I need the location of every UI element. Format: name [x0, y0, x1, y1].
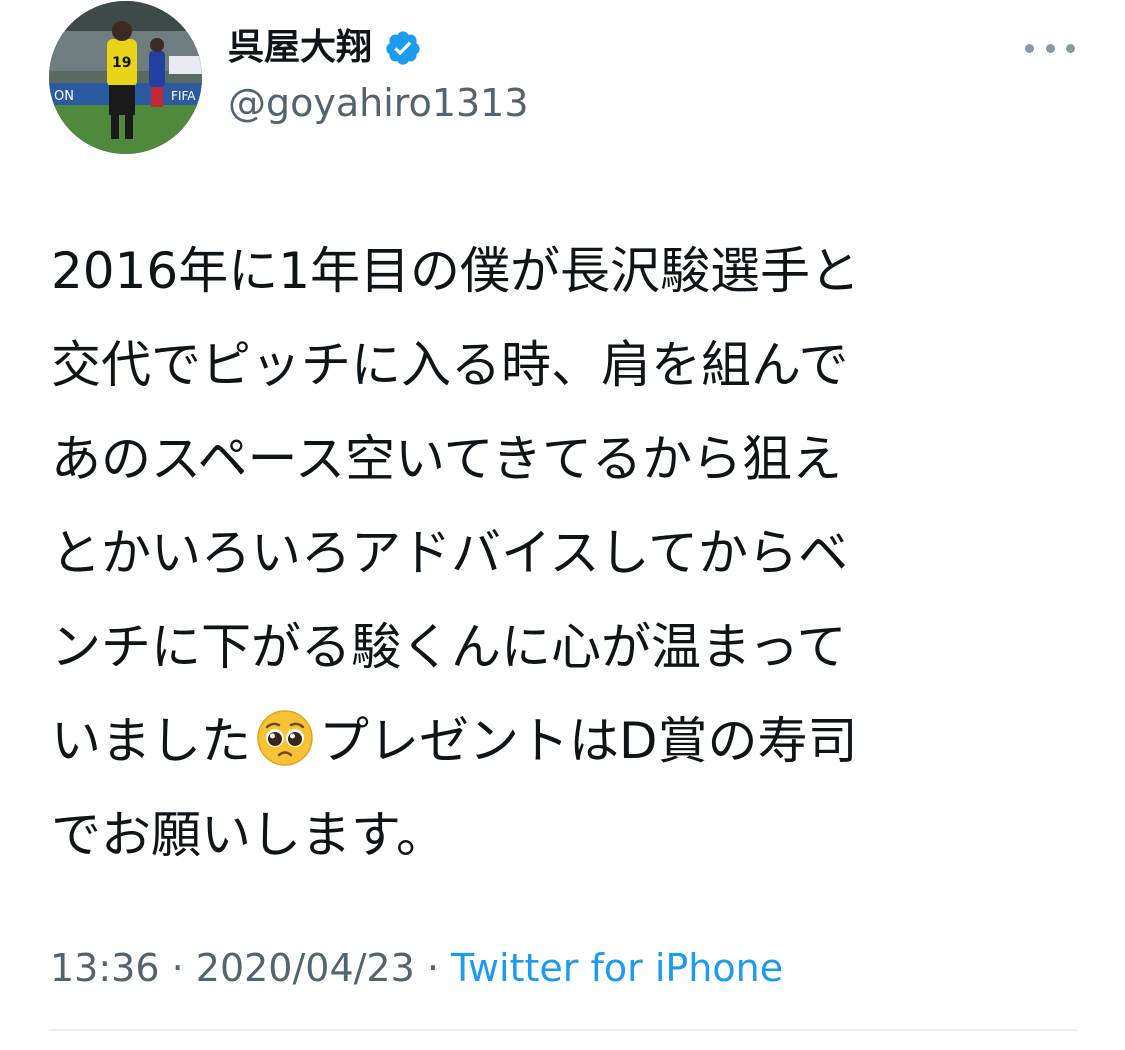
tweet-text-line: 交代でピッチに入る時、肩を組んで	[51, 336, 849, 394]
user-handle[interactable]: @goyahiro1313	[228, 78, 529, 128]
more-dot	[1045, 43, 1055, 53]
tweet-date[interactable]: 2020/04/23	[196, 946, 415, 990]
meta-separator: ·	[414, 946, 452, 990]
tweet-text-fragment: プレゼントはD賞の寿司	[319, 712, 858, 770]
name-row: 呉屋大翔	[228, 24, 422, 72]
more-dot	[1066, 43, 1075, 53]
tweet-text: 2016年に1年目の僕が長沢駿選手と 交代でピッチに入る時、肩を組んで あのスペ…	[51, 224, 1071, 882]
divider	[49, 1029, 1077, 1031]
svg-text:19: 19	[112, 55, 131, 71]
avatar[interactable]: ON FIFA 19	[49, 1, 202, 154]
svg-text:ON: ON	[54, 89, 74, 104]
pleading-face-emoji-icon	[255, 704, 315, 766]
meta-separator: ·	[159, 946, 196, 990]
display-name[interactable]: 呉屋大翔	[228, 24, 372, 72]
svg-text:FIFA: FIFA	[171, 89, 196, 103]
tweet-text-line: ンチに下がる駿くんに心が温まって	[51, 618, 847, 676]
tweet-text-line: とかいろいろアドバイスしてからベ	[51, 524, 848, 582]
tweet-time[interactable]: 13:36	[50, 946, 160, 990]
tweet-text-line: でお願いします。	[51, 806, 446, 864]
tweet-text-line: いました プレゼントはD賞の寿司	[51, 694, 1071, 788]
tweet-text-line: 2016年に1年目の僕が長沢駿選手と	[51, 242, 861, 300]
tweet-meta: 13:36 · 2020/04/23 · Twitter for iPhone	[50, 942, 783, 994]
more-dot	[1025, 43, 1034, 53]
tweet-text-fragment: いました	[51, 712, 251, 770]
tweet-source-link[interactable]: Twitter for iPhone	[451, 946, 783, 990]
more-options-icon[interactable]	[1025, 34, 1075, 62]
tweet-text-line: あのスペース空いてきてるから狙え	[51, 430, 842, 488]
tweet-card: ON FIFA 19 呉屋大翔 @goyahiro1313 2016年に1年目の…	[0, 0, 1125, 1050]
verified-badge-icon	[384, 29, 422, 67]
